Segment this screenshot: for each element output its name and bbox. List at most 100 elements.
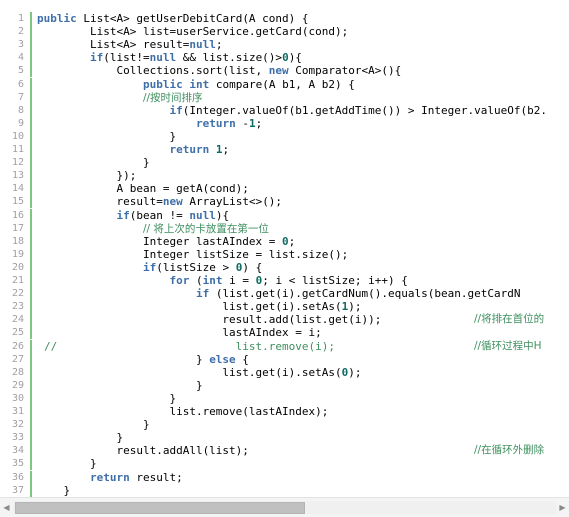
change-marker xyxy=(30,483,32,497)
code-token: - xyxy=(235,116,249,130)
code-line[interactable]: 16 if(bean != null){ xyxy=(0,208,569,222)
code-text[interactable]: public List<A> getUserDebitCard(A cond) … xyxy=(37,12,309,25)
line-number: 30 xyxy=(11,392,24,404)
code-line[interactable]: 19 Integer listSize = list.size(); xyxy=(0,247,569,261)
code-line[interactable]: 7 //按时间排序 xyxy=(0,90,569,105)
code-text[interactable]: lastAIndex = i; xyxy=(37,326,321,339)
change-marker xyxy=(30,182,32,196)
code-editor[interactable]: 1 public List<A> getUserDebitCard(A cond)… xyxy=(0,0,569,517)
code-text[interactable]: // 将上次的卡放置在第一位 xyxy=(37,222,269,236)
code-line[interactable]: 33 } xyxy=(0,431,569,445)
code-token: list.get(i).setAs( xyxy=(37,300,342,314)
line-number: 33 xyxy=(11,432,24,444)
code-line[interactable]: 22 if (list.get(i).getCardNum().equals(b… xyxy=(0,287,569,301)
code-line[interactable]: 5 Collections.sort(list, new Comparator<… xyxy=(0,64,569,78)
code-text[interactable]: public int compare(A b1, A b2) { xyxy=(37,78,355,91)
code-text[interactable]: List<A> result=null; xyxy=(37,38,222,51)
code-line[interactable]: 23 list.get(i).setAs(1); xyxy=(0,300,569,314)
change-marker xyxy=(30,274,32,288)
code-text[interactable]: list.get(i).setAs(1); xyxy=(37,300,361,314)
code-text[interactable]: list.get(i).setAs(0); xyxy=(37,366,361,379)
code-token: } xyxy=(37,457,97,471)
code-line[interactable]: 8 if(Integer.valueOf(b1.getAddTime()) > … xyxy=(0,103,569,117)
code-line[interactable]: 4 if(list!=null && list.size()>0){ xyxy=(0,51,569,65)
code-line[interactable]: 37 } xyxy=(0,483,569,497)
code-text[interactable]: } xyxy=(37,156,150,169)
code-line[interactable]: 14 A bean = getA(cond); xyxy=(0,182,569,196)
code-text[interactable]: if(bean != null){ xyxy=(37,209,229,222)
code-line[interactable]: 36 return result; xyxy=(0,470,569,484)
code-line[interactable]: 21 for (int i = 0; i < listSize; i++) { xyxy=(0,274,569,288)
code-line[interactable]: 6 public int compare(A b1, A b2) { xyxy=(0,77,569,91)
code-text[interactable]: if(Integer.valueOf(b1.getAddTime()) > In… xyxy=(37,104,547,117)
code-line[interactable]: 24 result.add(list.get(i)); //将排在首位的 xyxy=(0,313,569,327)
code-line[interactable]: 10 } xyxy=(0,129,569,143)
code-line[interactable]: 32 } xyxy=(0,418,569,432)
scrollbar-thumb[interactable] xyxy=(15,502,305,514)
code-text[interactable]: result.addAll(list); xyxy=(37,444,248,457)
code-text[interactable]: return -1; xyxy=(37,117,262,130)
code-text[interactable]: //按时间排序 xyxy=(37,91,203,105)
code-token: public xyxy=(37,12,77,25)
code-text[interactable]: list.remove(lastAIndex); xyxy=(37,405,328,418)
code-line[interactable]: 35 } xyxy=(0,457,569,471)
code-line[interactable]: 1 public List<A> getUserDebitCard(A cond)… xyxy=(0,12,569,26)
code-token: 0 xyxy=(282,234,289,248)
code-text[interactable]: Collections.sort(list, new Comparator<A>… xyxy=(37,64,401,77)
code-line[interactable]: 25 lastAIndex = i; xyxy=(0,326,569,340)
code-text[interactable]: result.add(list.get(i)); xyxy=(37,313,381,326)
code-line[interactable]: 15 result=new ArrayList<>(); xyxy=(0,195,569,209)
code-line[interactable]: 9 return -1; xyxy=(0,116,569,130)
code-text[interactable]: for (int i = 0; i < listSize; i++) { xyxy=(37,274,407,287)
code-line[interactable]: 31 list.remove(lastAIndex); xyxy=(0,405,569,419)
code-line[interactable]: 26// list.remove(i);//循环过程中H xyxy=(0,339,569,353)
code-text[interactable]: if (list.get(i).getCardNum().equals(bean… xyxy=(37,287,521,300)
code-line[interactable]: 30 } xyxy=(0,391,569,405)
code-text[interactable]: } else { xyxy=(37,353,249,366)
code-text[interactable]: if(list!=null && list.size()>0){ xyxy=(37,51,302,64)
code-text[interactable]: result=new ArrayList<>(); xyxy=(37,195,282,208)
code-text[interactable]: } xyxy=(37,379,203,392)
code-line[interactable]: 29 } xyxy=(0,378,569,392)
code-text[interactable]: } xyxy=(37,392,176,405)
code-text[interactable]: } xyxy=(37,130,176,143)
code-text[interactable]: } xyxy=(37,431,123,444)
code-line[interactable]: 11 return 1; xyxy=(0,143,569,157)
code-line[interactable]: 12 } xyxy=(0,156,569,170)
code-line[interactable]: 3 List<A> result=null; xyxy=(0,38,569,52)
code-line[interactable]: 34 result.addAll(list); //在循环外删除 xyxy=(0,444,569,458)
code-text[interactable]: A bean = getA(cond); xyxy=(37,182,248,195)
code-text[interactable]: Integer lastAIndex = 0; xyxy=(37,235,295,248)
code-text[interactable]: List<A> list=userService.getCard(cond); xyxy=(37,25,348,38)
code-line[interactable]: 20 if(listSize > 0) { xyxy=(0,260,569,274)
change-marker xyxy=(30,25,32,39)
code-line[interactable]: 27 } else { xyxy=(0,352,569,366)
code-text[interactable]: Integer listSize = list.size(); xyxy=(37,248,348,261)
horizontal-scrollbar[interactable]: ◀ ▶ xyxy=(0,497,569,517)
change-marker xyxy=(30,339,32,353)
change-marker xyxy=(30,195,32,209)
code-line[interactable]: 28 list.get(i).setAs(0); xyxy=(0,365,569,379)
line-number: 13 xyxy=(11,170,24,182)
code-line[interactable]: 18 Integer lastAIndex = 0; xyxy=(0,234,569,248)
code-token: if xyxy=(142,260,157,274)
scroll-left-arrow-icon[interactable]: ◀ xyxy=(1,502,12,514)
change-marker xyxy=(30,38,32,52)
code-text[interactable]: } xyxy=(37,418,150,431)
code-lines-container[interactable]: 1 public List<A> getUserDebitCard(A cond)… xyxy=(0,0,569,497)
code-token: && list.size()> xyxy=(176,51,283,65)
scroll-right-arrow-icon[interactable]: ▶ xyxy=(557,502,568,514)
code-text[interactable]: if(listSize > 0) { xyxy=(37,261,262,274)
code-line[interactable]: 2 List<A> list=userService.getCard(cond)… xyxy=(0,25,569,39)
code-text[interactable]: }); xyxy=(37,169,136,182)
code-line[interactable]: 17 // 将上次的卡放置在第一位 xyxy=(0,221,569,236)
code-text[interactable]: } xyxy=(37,457,97,470)
code-text[interactable]: list.remove(i); xyxy=(37,340,335,353)
line-number: 10 xyxy=(11,130,24,142)
code-text[interactable]: return 1; xyxy=(37,143,229,156)
code-line[interactable]: 13 }); xyxy=(0,169,569,183)
code-text[interactable]: } xyxy=(37,484,70,497)
code-text[interactable]: return result; xyxy=(37,471,183,484)
